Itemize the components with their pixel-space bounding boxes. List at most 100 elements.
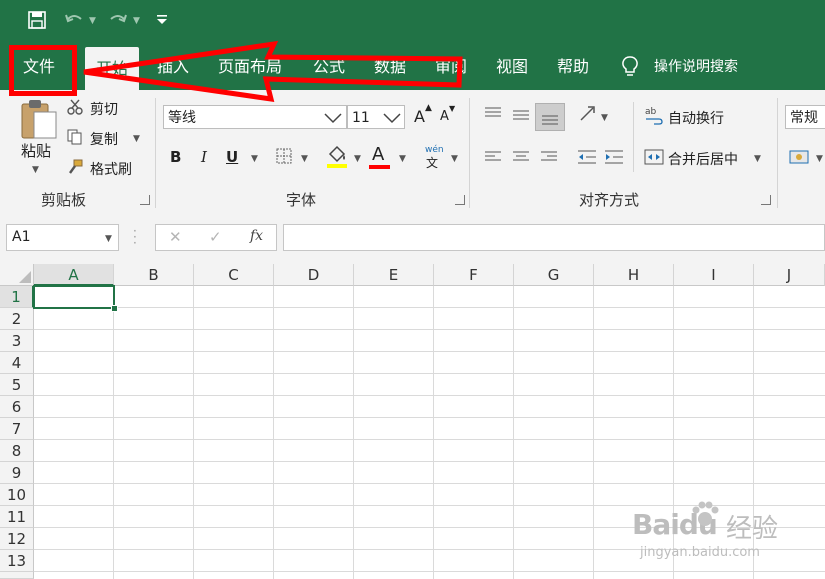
font-color-button[interactable]: A <box>372 144 384 165</box>
tab-view[interactable]: 视图 <box>496 55 528 79</box>
redo-icon[interactable] <box>108 11 128 29</box>
tab-formulas[interactable]: 公式 <box>313 55 345 79</box>
row-header[interactable]: 12 <box>0 528 34 550</box>
chevron-down-icon[interactable] <box>324 112 342 124</box>
lightbulb-icon[interactable] <box>622 56 638 78</box>
cancel-entry-button[interactable]: ✕ <box>169 228 182 246</box>
tab-data[interactable]: 数据 <box>374 55 406 79</box>
align-bottom-button[interactable] <box>535 103 565 131</box>
row-header[interactable]: 8 <box>0 440 34 462</box>
paw-icon <box>692 501 719 526</box>
fill-handle[interactable] <box>111 305 118 312</box>
name-box-dropdown-icon[interactable]: ▼ <box>105 234 112 244</box>
redo-dropdown-icon[interactable]: ▼ <box>133 16 140 26</box>
row-header[interactable]: 3 <box>0 330 34 352</box>
formula-bar-grip-icon[interactable]: · · · <box>133 225 137 249</box>
borders-dropdown-icon[interactable]: ▼ <box>301 154 308 164</box>
row-header[interactable]: 6 <box>0 396 34 418</box>
orientation-icon[interactable] <box>578 104 598 124</box>
customize-qat-icon[interactable] <box>156 14 168 26</box>
font-name-dropdown[interactable]: 等线 <box>163 105 347 129</box>
clipboard-launcher-icon[interactable] <box>140 195 150 205</box>
merge-dropdown-icon[interactable]: ▼ <box>754 154 761 164</box>
save-icon[interactable] <box>28 11 46 29</box>
underline-button[interactable]: U <box>226 148 238 166</box>
align-middle-icon[interactable] <box>512 106 530 122</box>
number-format-dropdown[interactable]: 常规 <box>785 105 825 129</box>
tab-help[interactable]: 帮助 <box>557 55 589 79</box>
font-color-dropdown-icon[interactable]: ▼ <box>399 154 406 164</box>
align-top-icon[interactable] <box>484 106 502 122</box>
name-box[interactable]: A1 <box>6 224 119 251</box>
paste-icon[interactable] <box>20 98 58 140</box>
active-cell[interactable] <box>33 285 115 309</box>
row-header[interactable]: 4 <box>0 352 34 374</box>
decrease-indent-icon[interactable] <box>577 149 597 165</box>
column-header[interactable]: C <box>194 264 274 286</box>
align-center-icon[interactable] <box>512 150 530 164</box>
row-header[interactable]: 10 <box>0 484 34 506</box>
align-left-icon[interactable] <box>484 150 502 164</box>
merge-center-button[interactable]: 合并后居中 <box>668 149 738 169</box>
row-header[interactable]: 5 <box>0 374 34 396</box>
tab-home[interactable]: 开始 <box>85 47 140 90</box>
tab-insert[interactable]: 插入 <box>157 55 189 79</box>
fill-color-dropdown-icon[interactable]: ▼ <box>354 154 361 164</box>
paste-button[interactable]: 粘贴 <box>21 140 51 161</box>
borders-icon[interactable] <box>276 148 292 164</box>
tab-page-layout[interactable]: 页面布局 <box>218 55 282 79</box>
tell-me-search[interactable]: 操作说明搜索 <box>654 55 738 79</box>
column-header[interactable]: I <box>674 264 754 286</box>
formula-input[interactable] <box>283 224 825 251</box>
copy-icon <box>67 129 82 145</box>
column-header[interactable]: D <box>274 264 354 286</box>
column-header[interactable]: F <box>434 264 514 286</box>
italic-button[interactable]: I <box>201 148 207 166</box>
undo-icon[interactable] <box>64 11 84 29</box>
align-right-icon[interactable] <box>540 150 558 164</box>
chevron-down-icon[interactable] <box>383 112 401 124</box>
alignment-launcher-icon[interactable] <box>761 195 771 205</box>
undo-dropdown-icon[interactable]: ▼ <box>89 16 96 26</box>
row-header[interactable]: 1 <box>0 286 34 308</box>
column-header[interactable]: E <box>354 264 434 286</box>
row-header[interactable]: 13 <box>0 550 34 572</box>
enter-entry-button[interactable]: ✓ <box>209 228 222 246</box>
tab-review[interactable]: 审阅 <box>435 55 467 79</box>
cut-button[interactable]: 剪切 <box>90 99 118 119</box>
row-header[interactable]: 11 <box>0 506 34 528</box>
phonetic-dropdown-icon[interactable]: ▼ <box>451 154 458 164</box>
ribbon-home: 粘贴 ▼ 剪切 复制 ▼ 格式刷 剪贴板 等线 11 A ▲ A ▼ B I U… <box>0 90 825 213</box>
copy-button[interactable]: 复制 <box>90 129 118 149</box>
orientation-dropdown-icon[interactable]: ▼ <box>601 113 608 123</box>
fill-color-icon[interactable] <box>326 145 348 169</box>
row-header[interactable]: 2 <box>0 308 34 330</box>
copy-dropdown-icon[interactable]: ▼ <box>133 134 140 144</box>
column-header[interactable]: H <box>594 264 674 286</box>
phonetic-guide-button[interactable]: 文 <box>426 154 438 171</box>
column-header[interactable]: J <box>754 264 825 286</box>
alignment-group-label: 对齐方式 <box>579 191 640 209</box>
grow-font-button[interactable]: A <box>414 107 425 126</box>
font-size-value: 11 <box>352 110 370 126</box>
row-header[interactable]: 7 <box>0 418 34 440</box>
increase-indent-icon[interactable] <box>604 149 624 165</box>
paste-dropdown-icon[interactable]: ▼ <box>32 165 39 175</box>
column-header[interactable]: B <box>114 264 194 286</box>
select-all-triangle-icon <box>19 271 31 283</box>
wrap-text-button[interactable]: 自动换行 <box>668 108 724 128</box>
column-header[interactable]: A <box>34 264 114 286</box>
accounting-format-icon[interactable] <box>789 148 809 166</box>
underline-dropdown-icon[interactable]: ▼ <box>251 154 258 164</box>
row-header[interactable]: 9 <box>0 462 34 484</box>
insert-function-button[interactable]: fx <box>250 228 263 244</box>
accounting-dropdown-icon[interactable]: ▼ <box>816 154 823 164</box>
font-launcher-icon[interactable] <box>455 195 465 205</box>
shrink-font-button[interactable]: A <box>440 109 449 124</box>
column-header[interactable]: G <box>514 264 594 286</box>
shrink-font-arrow-icon: ▼ <box>449 104 456 113</box>
separator <box>155 98 156 208</box>
bold-button[interactable]: B <box>170 148 181 166</box>
select-all-corner[interactable] <box>0 264 34 286</box>
format-painter-button[interactable]: 格式刷 <box>90 159 132 179</box>
